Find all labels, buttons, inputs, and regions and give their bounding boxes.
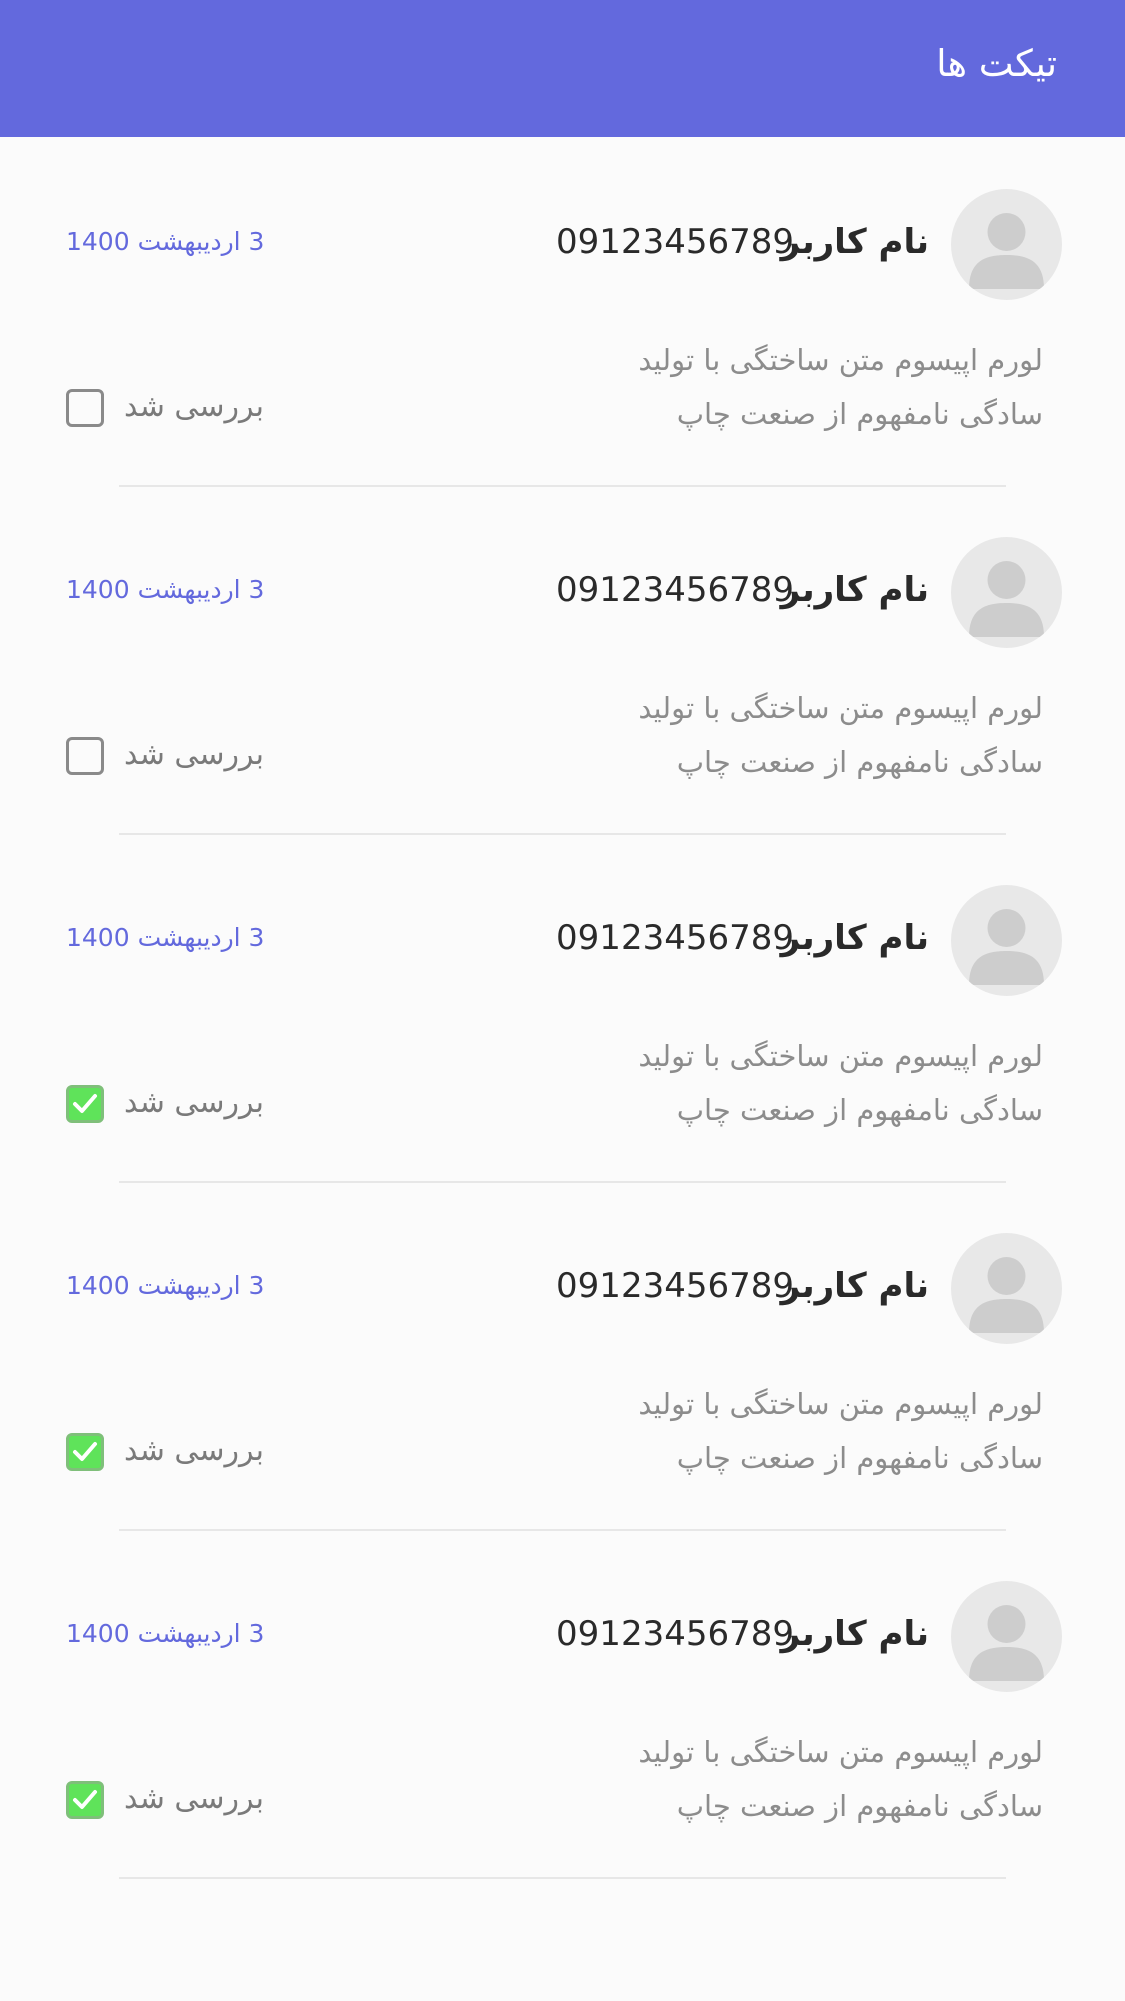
checkmark-icon xyxy=(73,1790,97,1809)
reviewed-label: بررسی شد xyxy=(124,737,264,772)
ticket-message: لورم اپیسوم متن ساختگی با تولید سادگی نا… xyxy=(603,333,1043,441)
user-phone: 09123456789 xyxy=(556,570,794,610)
reviewed-toggle[interactable]: بررسی شد xyxy=(66,1433,296,1473)
user-phone: 09123456789 xyxy=(556,918,794,958)
user-name: نام کاربر xyxy=(780,1266,929,1306)
ticket-message-line: سادگی نامفهوم از صنعت چاپ xyxy=(676,1789,1043,1823)
user-placeholder-icon xyxy=(951,537,1062,648)
ticket-message: لورم اپیسوم متن ساختگی با تولید سادگی نا… xyxy=(603,1725,1043,1833)
ticket-date: 3 اردیبهشت 1400 xyxy=(66,1619,265,1648)
user-placeholder-icon xyxy=(951,1581,1062,1692)
reviewed-checkbox[interactable] xyxy=(66,1433,104,1471)
ticket-message-line: سادگی نامفهوم از صنعت چاپ xyxy=(676,745,1043,779)
ticket-card[interactable]: نام کاربر 09123456789 3 اردیبهشت 1400 لو… xyxy=(0,137,1125,487)
ticket-message-line: سادگی نامفهوم از صنعت چاپ xyxy=(676,1441,1043,1475)
ticket-card[interactable]: نام کاربر 09123456789 3 اردیبهشت 1400 لو… xyxy=(0,833,1125,1183)
ticket-message: لورم اپیسوم متن ساختگی با تولید سادگی نا… xyxy=(603,1029,1043,1137)
reviewed-checkbox[interactable] xyxy=(66,389,104,427)
ticket-card[interactable]: نام کاربر 09123456789 3 اردیبهشت 1400 لو… xyxy=(0,485,1125,835)
user-placeholder-icon xyxy=(951,1233,1062,1344)
ticket-card[interactable]: نام کاربر 09123456789 3 اردیبهشت 1400 لو… xyxy=(0,1181,1125,1531)
checkmark-icon xyxy=(73,1094,97,1113)
ticket-message-line: لورم اپیسوم متن ساختگی با تولید xyxy=(638,1387,1043,1421)
ticket-message: لورم اپیسوم متن ساختگی با تولید سادگی نا… xyxy=(603,681,1043,789)
user-name: نام کاربر xyxy=(780,570,929,610)
page-title: تیکت ها xyxy=(936,42,1057,85)
reviewed-label: بررسی شد xyxy=(124,1433,264,1468)
user-name: نام کاربر xyxy=(780,1614,929,1654)
ticket-message-line: لورم اپیسوم متن ساختگی با تولید xyxy=(638,691,1043,725)
reviewed-label: بررسی شد xyxy=(124,1085,264,1120)
reviewed-toggle[interactable]: بررسی شد xyxy=(66,737,296,777)
ticket-date: 3 اردیبهشت 1400 xyxy=(66,923,265,952)
ticket-list: نام کاربر 09123456789 3 اردیبهشت 1400 لو… xyxy=(0,137,1125,1879)
checkmark-icon xyxy=(73,1442,97,1461)
user-name: نام کاربر xyxy=(780,222,929,262)
user-placeholder-icon xyxy=(951,885,1062,996)
user-placeholder-icon xyxy=(951,189,1062,300)
user-phone: 09123456789 xyxy=(556,222,794,262)
user-phone: 09123456789 xyxy=(556,1266,794,1306)
ticket-date: 3 اردیبهشت 1400 xyxy=(66,1271,265,1300)
reviewed-toggle[interactable]: بررسی شد xyxy=(66,1085,296,1125)
reviewed-label: بررسی شد xyxy=(124,1781,264,1816)
reviewed-checkbox[interactable] xyxy=(66,737,104,775)
user-name: نام کاربر xyxy=(780,918,929,958)
user-phone: 09123456789 xyxy=(556,1614,794,1654)
ticket-date: 3 اردیبهشت 1400 xyxy=(66,227,265,256)
ticket-message-line: لورم اپیسوم متن ساختگی با تولید xyxy=(638,343,1043,377)
ticket-message-line: سادگی نامفهوم از صنعت چاپ xyxy=(676,1093,1043,1127)
ticket-message: لورم اپیسوم متن ساختگی با تولید سادگی نا… xyxy=(603,1377,1043,1485)
reviewed-toggle[interactable]: بررسی شد xyxy=(66,1781,296,1821)
reviewed-checkbox[interactable] xyxy=(66,1781,104,1819)
reviewed-label: بررسی شد xyxy=(124,389,264,424)
divider xyxy=(119,1877,1006,1879)
ticket-message-line: لورم اپیسوم متن ساختگی با تولید xyxy=(638,1735,1043,1769)
reviewed-toggle[interactable]: بررسی شد xyxy=(66,389,296,429)
reviewed-checkbox[interactable] xyxy=(66,1085,104,1123)
ticket-message-line: سادگی نامفهوم از صنعت چاپ xyxy=(676,397,1043,431)
ticket-message-line: لورم اپیسوم متن ساختگی با تولید xyxy=(638,1039,1043,1073)
ticket-card[interactable]: نام کاربر 09123456789 3 اردیبهشت 1400 لو… xyxy=(0,1529,1125,1879)
app-bar: تیکت ها xyxy=(0,0,1125,137)
ticket-date: 3 اردیبهشت 1400 xyxy=(66,575,265,604)
